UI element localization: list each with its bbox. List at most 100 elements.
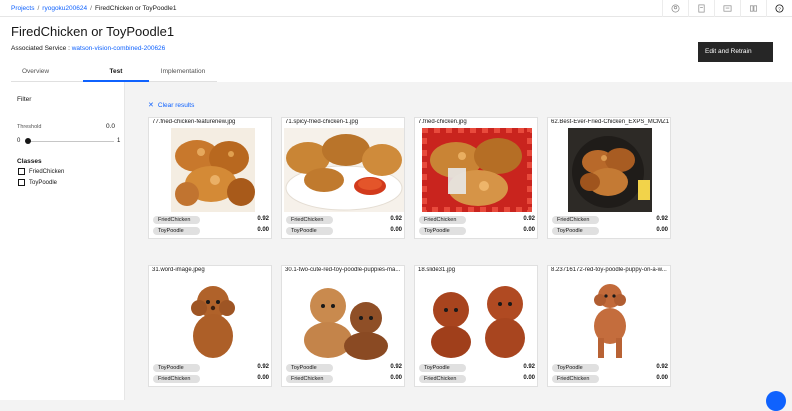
confidence-score: 0.00 — [656, 375, 668, 381]
test-image — [171, 128, 255, 212]
breadcrumb-separator: / — [90, 5, 92, 12]
class-label: ToyPoodle — [29, 179, 58, 186]
result-row: FriedChicken 0.92 — [286, 216, 402, 225]
class-tag: FriedChicken — [153, 216, 200, 224]
result-row: FriedChicken 0.92 — [552, 216, 668, 225]
result-row: ToyPoodle 0.00 — [552, 227, 668, 236]
class-tag: FriedChicken — [552, 375, 599, 383]
associated-service-label: Associated Service : — [11, 45, 70, 52]
confidence-score: 0.00 — [656, 227, 668, 233]
catalog-icon[interactable] — [740, 0, 766, 17]
confidence-score: 0.00 — [257, 227, 269, 233]
class-tag: FriedChicken — [153, 375, 200, 383]
confidence-score: 0.00 — [390, 375, 402, 381]
test-image — [422, 128, 532, 212]
confidence-score: 0.00 — [523, 375, 535, 381]
image-filename: 8.23716172-red-toy-poodle-puppy-on-a-w..… — [551, 267, 667, 273]
class-tag: FriedChicken — [286, 375, 333, 383]
result-card[interactable]: 18.slide31.jpg ToyPoodle 0.92 FriedChick… — [414, 265, 538, 387]
test-image — [417, 278, 537, 362]
class-tag: ToyPoodle — [419, 364, 466, 372]
test-image — [171, 278, 255, 362]
result-card[interactable]: 31.word-image.jpeg ToyPoodle 0.92 FriedC… — [148, 265, 272, 387]
class-label: FriedChicken — [29, 168, 65, 175]
chat-button[interactable] — [766, 391, 786, 411]
class-tag: FriedChicken — [552, 216, 599, 224]
confidence-score: 0.92 — [523, 364, 535, 370]
threshold-slider-handle[interactable] — [25, 138, 31, 144]
result-card[interactable]: 62.Best-Ever-Fried-Chicken_EXPS_MCMZ1...… — [547, 117, 671, 239]
image-filename: 77.fried-chicken-featurenew.jpg — [152, 119, 236, 125]
confidence-score: 0.92 — [390, 364, 402, 370]
confidence-score: 0.92 — [257, 216, 269, 222]
docs-icon[interactable] — [688, 0, 714, 17]
confidence-score: 0.00 — [390, 227, 402, 233]
class-checkbox-toypoodle[interactable]: ToyPoodle — [18, 179, 57, 186]
associated-service: Associated Service : watson-vision-combi… — [11, 45, 165, 52]
result-row: ToyPoodle 0.00 — [419, 227, 535, 236]
filter-sidebar: Filter Threshold 0.0 0 1 Classes FriedCh… — [0, 82, 125, 400]
result-row: ToyPoodle 0.92 — [419, 364, 535, 373]
result-card[interactable]: 8.23716172-red-toy-poodle-puppy-on-a-w..… — [547, 265, 671, 387]
class-tag: ToyPoodle — [286, 364, 333, 372]
result-row: ToyPoodle 0.00 — [286, 227, 402, 236]
class-tag: ToyPoodle — [286, 227, 333, 235]
image-filename: 62.Best-Ever-Fried-Chicken_EXPS_MCMZ1... — [551, 119, 669, 125]
slider-min-label: 0 — [17, 138, 21, 144]
test-image — [568, 128, 652, 212]
svg-text:?: ? — [778, 6, 781, 12]
help-icon[interactable]: ? — [766, 0, 792, 17]
associated-service-link[interactable]: watson-vision-combined-200626 — [72, 45, 166, 52]
confidence-score: 0.00 — [523, 227, 535, 233]
tab-test[interactable]: Test — [83, 64, 149, 82]
result-row: ToyPoodle 0.92 — [552, 364, 668, 373]
edit-and-retrain-button[interactable]: Edit and Retrain — [698, 42, 773, 62]
class-tag: ToyPoodle — [153, 364, 200, 372]
result-card[interactable]: 7.fried-chicken.jpg FriedChicken 0.92 To… — [414, 117, 538, 239]
class-tag: ToyPoodle — [552, 227, 599, 235]
class-tag: FriedChicken — [419, 375, 466, 383]
threshold-value[interactable]: 0.0 — [106, 123, 115, 130]
result-card[interactable]: 30.1-two-cute-red-toy-poodle-puppies-ma.… — [281, 265, 405, 387]
confidence-score: 0.92 — [656, 364, 668, 370]
confidence-score: 0.92 — [257, 364, 269, 370]
top-bar: Projects / ryogoku200624/FiredChicken or T… — [0, 0, 792, 17]
page-title: FiredChicken or ToyPoodle1 — [11, 24, 175, 39]
image-filename: 18.slide31.jpg — [418, 267, 456, 273]
slider-max-label: 1 — [117, 138, 121, 144]
filter-title: Filter — [17, 96, 32, 103]
result-row: ToyPoodle 0.92 — [153, 364, 269, 373]
checkbox[interactable] — [18, 168, 25, 175]
messages-icon[interactable] — [714, 0, 740, 17]
result-row: ToyPoodle 0.00 — [153, 227, 269, 236]
class-checkbox-friedchicken[interactable]: FriedChicken — [18, 168, 64, 175]
result-card[interactable]: 71.spicy-fried-chicken-1.jpg FriedChicke… — [281, 117, 405, 239]
result-row: FriedChicken 0.00 — [286, 375, 402, 384]
result-row: FriedChicken 0.92 — [419, 216, 535, 225]
class-tag: FriedChicken — [286, 216, 333, 224]
class-tag: FriedChicken — [419, 216, 466, 224]
tab-implementation[interactable]: Implementation — [149, 64, 217, 82]
image-filename: 31.word-image.jpeg — [152, 267, 205, 273]
confidence-score: 0.92 — [390, 216, 402, 222]
checkbox[interactable] — [18, 179, 25, 186]
user-icon[interactable] — [662, 0, 688, 17]
breadcrumb: Projects / ryogoku200624/FiredChicken or T… — [11, 4, 176, 13]
breadcrumb-projects-link[interactable]: Projects — [11, 5, 34, 12]
test-image — [578, 278, 642, 362]
top-bar-icons: ? — [662, 0, 792, 17]
result-row: FriedChicken 0.92 — [153, 216, 269, 225]
breadcrumb-account-link[interactable]: ryogoku200624 — [42, 5, 87, 12]
threshold-label: Threshold — [17, 124, 42, 130]
breadcrumb-current: FiredChicken or ToyPoodle1 — [94, 5, 177, 12]
class-tag: ToyPoodle — [552, 364, 599, 372]
class-tag: ToyPoodle — [419, 227, 466, 235]
result-card[interactable]: 77.fried-chicken-featurenew.jpg FriedChi… — [148, 117, 272, 239]
threshold-slider-track[interactable] — [26, 141, 114, 142]
image-filename: 7.fried-chicken.jpg — [418, 119, 467, 125]
test-image — [284, 128, 404, 212]
clear-results-button[interactable]: ✕ Clear results — [148, 101, 194, 110]
test-image — [292, 278, 396, 362]
result-row: ToyPoodle 0.92 — [286, 364, 402, 373]
tab-overview[interactable]: Overview — [11, 64, 83, 82]
